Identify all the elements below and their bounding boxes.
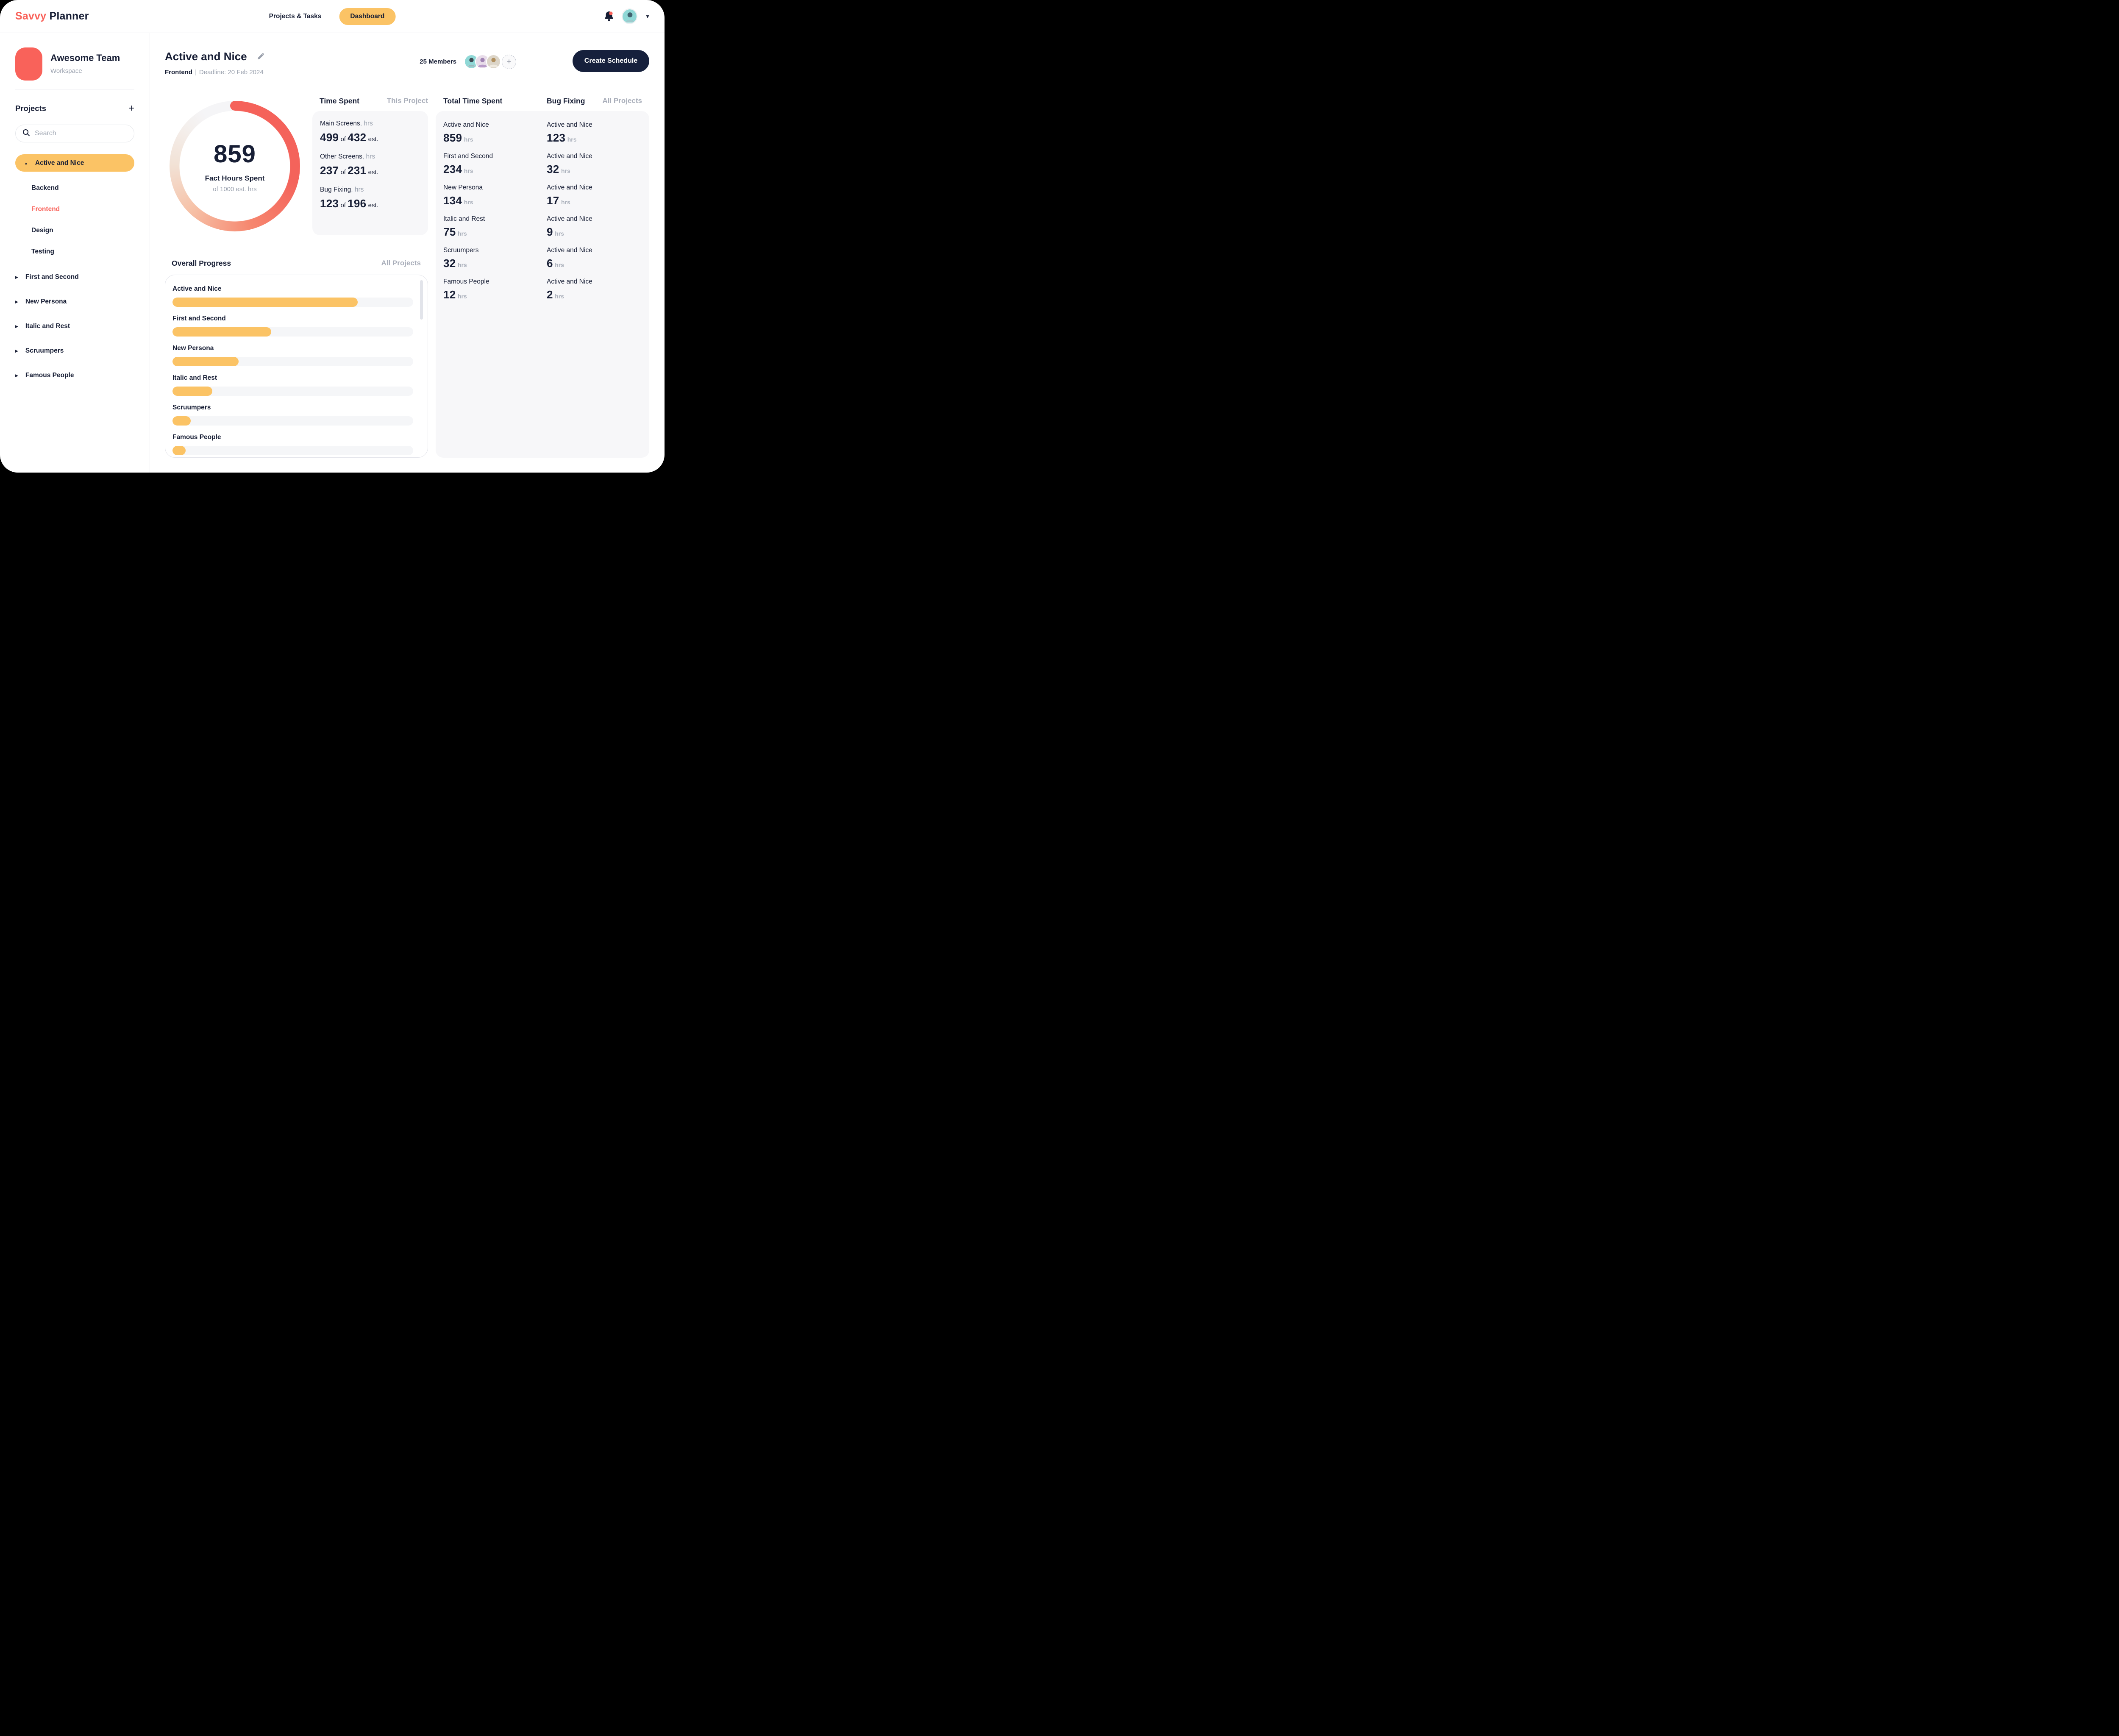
project-sub-list: Backend Frontend Design Testing [15, 178, 134, 262]
progress-bar [172, 416, 413, 426]
fact-hours-sublabel: of 1000 est. hrs [213, 186, 256, 193]
app-window: Savvy Planner Projects & Tasks Dashboard… [0, 0, 665, 473]
overall-progress-heading: Overall Progress [172, 259, 231, 268]
page-title: Active and Nice [165, 50, 247, 63]
total-time-heading: Total Time Spent [443, 97, 502, 106]
logo-secondary: Planner [49, 10, 89, 22]
edit-title-icon[interactable] [256, 52, 265, 63]
sidebar-item-famous-people[interactable]: ▶ Famous People [15, 363, 134, 388]
fact-hours-label: Fact Hours Spent [205, 174, 265, 183]
add-member-button[interactable]: + [502, 55, 516, 69]
create-schedule-button[interactable]: Create Schedule [573, 50, 649, 72]
members-count: 25 Members [420, 58, 456, 65]
total-stat: Italic and Rest75 hrs [443, 215, 547, 247]
notification-bell-icon[interactable] [604, 11, 614, 22]
progress-bar [172, 298, 413, 307]
time-spent-row: Main Screens, hrs 499 of 432 est. [320, 120, 420, 144]
sidebar-item-new-persona[interactable]: ▶ New Persona [15, 289, 134, 314]
progress-bar [172, 327, 413, 337]
bug-stat: Active and Nice2 hrs [547, 278, 642, 309]
workspace-type: Workspace [50, 67, 120, 75]
sidebar: Awesome Team Workspace Projects + ▲ Acti… [0, 33, 150, 473]
add-project-icon[interactable]: + [128, 103, 134, 114]
progress-bar [172, 446, 413, 455]
member-avatars: + [464, 54, 516, 69]
chevron-up-icon: ▲ [24, 161, 28, 165]
member-avatar[interactable] [486, 54, 501, 69]
progress-bar [172, 357, 413, 366]
chevron-right-icon: ▶ [15, 300, 18, 304]
progress-row: Active and Nice [172, 285, 413, 307]
chevron-right-icon: ▶ [15, 324, 18, 329]
progress-row: New Persona [172, 345, 413, 366]
bug-stat: Active and Nice9 hrs [547, 215, 642, 247]
workspace-name: Awesome Team [50, 53, 120, 64]
search-icon [22, 129, 30, 139]
fact-hours-value: 859 [214, 140, 256, 168]
hours-donut-chart: 859 Fact Hours Spent of 1000 est. hrs [170, 101, 300, 231]
bug-stat: Active and Nice6 hrs [547, 247, 642, 278]
main-content: Active and Nice Frontend|Deadline: 20 Fe… [150, 33, 665, 473]
user-avatar[interactable] [622, 8, 637, 24]
project-meta: Frontend|Deadline: 20 Feb 2024 [165, 69, 264, 76]
chevron-right-icon: ▶ [15, 275, 18, 280]
overall-progress-card: Active and Nice First and Second New Per… [165, 275, 428, 458]
project-deadline: Deadline: 20 Feb 2024 [199, 69, 264, 76]
header-right: ▼ [604, 8, 650, 24]
sidebar-subitem-backend[interactable]: Backend [15, 178, 134, 199]
bug-stat: Active and Nice17 hrs [547, 184, 642, 215]
total-stat: First and Second234 hrs [443, 153, 547, 184]
progress-row: Famous People [172, 434, 413, 455]
sidebar-item-active-and-nice[interactable]: ▲ Active and Nice [15, 154, 134, 172]
logo-primary: Savvy [15, 10, 46, 22]
chevron-down-icon[interactable]: ▼ [645, 14, 650, 19]
scrollbar-thumb[interactable] [420, 280, 423, 320]
sidebar-subitem-frontend[interactable]: Frontend [15, 199, 134, 220]
bug-fixing-heading: Bug Fixing [547, 97, 585, 106]
bug-fixing-column: Active and Nice123 hrs Active and Nice32… [547, 121, 642, 448]
total-stat: Famous People12 hrs [443, 278, 547, 309]
bug-stat: Active and Nice123 hrs [547, 121, 642, 153]
progress-bar [172, 387, 413, 396]
sidebar-item-first-and-second[interactable]: ▶ First and Second [15, 265, 134, 289]
search-input[interactable] [35, 130, 127, 137]
total-stat: Scruumpers32 hrs [443, 247, 547, 278]
total-time-column: Active and Nice859 hrs First and Second2… [443, 121, 547, 448]
progress-row: First and Second [172, 315, 413, 337]
sidebar-item-scruumpers[interactable]: ▶ Scruumpers [15, 339, 134, 363]
members-group: 25 Members + [420, 54, 516, 69]
time-spent-row: Bug Fixing, hrs 123 of 196 est. [320, 186, 420, 210]
sidebar-item-italic-and-rest[interactable]: ▶ Italic and Rest [15, 314, 134, 339]
overall-progress-scope[interactable]: All Projects [370, 259, 421, 267]
bug-stat: Active and Nice32 hrs [547, 153, 642, 184]
workspace-card: Awesome Team Workspace [15, 47, 134, 81]
chevron-right-icon: ▶ [15, 349, 18, 353]
sidebar-subitem-design[interactable]: Design [15, 220, 134, 241]
workspace-logo [15, 47, 42, 81]
time-spent-scope[interactable]: This Project [377, 97, 428, 105]
nav-dashboard[interactable]: Dashboard [339, 8, 395, 25]
time-spent-row: Other Screens, hrs 237 of 231 est. [320, 153, 420, 177]
progress-row: Scruumpers [172, 404, 413, 426]
bug-fixing-scope[interactable]: All Projects [591, 97, 642, 105]
chevron-right-icon: ▶ [15, 373, 18, 378]
project-search[interactable] [15, 125, 134, 142]
total-stat: New Persona134 hrs [443, 184, 547, 215]
top-navigation: Projects & Tasks Dashboard [269, 8, 396, 25]
progress-row: Italic and Rest [172, 374, 413, 396]
totals-card: Active and Nice859 hrs First and Second2… [436, 111, 649, 458]
top-header: Savvy Planner Projects & Tasks Dashboard… [0, 0, 665, 33]
time-spent-card: Main Screens, hrs 499 of 432 est. Other … [312, 111, 428, 235]
app-logo: Savvy Planner [15, 10, 89, 22]
project-category: Frontend [165, 69, 192, 76]
nav-projects-tasks[interactable]: Projects & Tasks [269, 13, 322, 20]
time-spent-heading: Time Spent [320, 97, 359, 106]
projects-heading: Projects [15, 104, 46, 113]
total-stat: Active and Nice859 hrs [443, 121, 547, 153]
sidebar-subitem-testing[interactable]: Testing [15, 241, 134, 262]
